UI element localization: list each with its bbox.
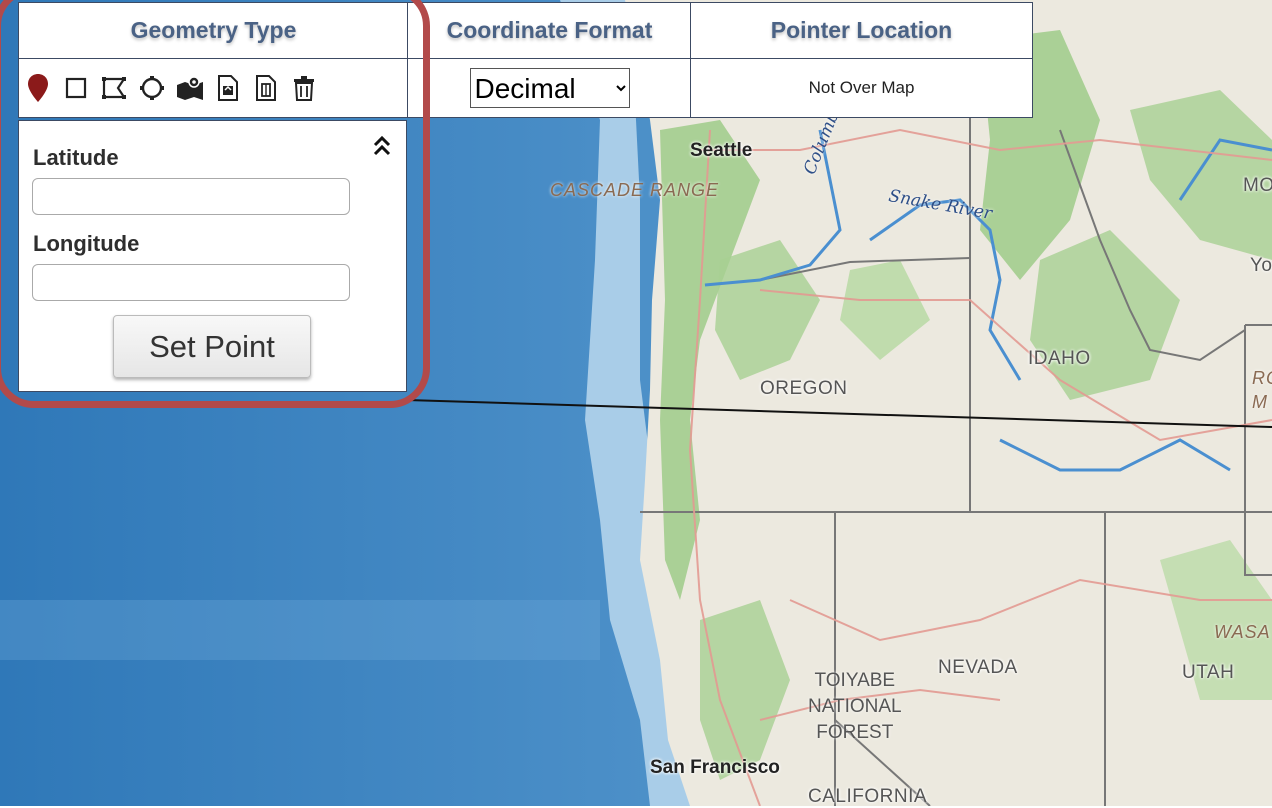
pointer-location-header: Pointer Location xyxy=(691,3,1032,59)
map-label-wasa: WASA xyxy=(1214,622,1271,642)
geometry-type-column: Geometry Type xyxy=(19,3,408,117)
set-point-button[interactable]: Set Point xyxy=(113,315,311,378)
point-entry-panel: Latitude Longitude Set Point xyxy=(18,120,407,392)
geometry-type-header: Geometry Type xyxy=(19,3,408,59)
pointer-location-column: Pointer Location Not Over Map xyxy=(691,3,1032,117)
map-label-seattle: Seattle xyxy=(690,140,753,161)
coordinate-format-select[interactable]: Decimal xyxy=(469,68,630,108)
forest-line-1: TOIYABE xyxy=(814,670,896,691)
latitude-label: Latitude xyxy=(33,145,119,170)
export-file-icon[interactable] xyxy=(251,74,280,103)
forest-line-3: FOREST xyxy=(816,722,894,743)
map-label-m: M xyxy=(1252,392,1268,412)
map-label-cascade-range: CASCADE RANGE xyxy=(550,180,720,200)
coordinate-format-column: Coordinate Format Decimal xyxy=(408,3,691,117)
map-label-yo: Yo xyxy=(1250,255,1272,276)
map-label-oregon: OREGON xyxy=(760,378,848,399)
map-label-san-francisco: San Francisco xyxy=(650,757,780,778)
map-label-nevada: NEVADA xyxy=(938,657,1018,678)
point-marker-icon[interactable] xyxy=(23,74,52,103)
geometry-tools xyxy=(19,59,408,117)
map-label-california: CALIFORNIA xyxy=(808,786,928,807)
rectangle-icon[interactable] xyxy=(61,74,90,103)
map-label-ro: RO xyxy=(1252,368,1272,388)
circle-icon[interactable] xyxy=(137,74,166,103)
map-label-idaho: IDAHO xyxy=(1028,348,1091,369)
draw-toolbar: Geometry Type Coordinate Format Decimal … xyxy=(18,2,1033,118)
collapse-chevron-icon[interactable] xyxy=(371,135,393,157)
map-label-utah: UTAH xyxy=(1182,662,1235,683)
trash-icon[interactable] xyxy=(289,74,318,103)
longitude-label: Longitude xyxy=(33,231,140,256)
map-area-icon[interactable] xyxy=(175,74,204,103)
map-label-toiyabe-forest: TOIYABE NATIONAL FOREST xyxy=(808,668,902,746)
pointer-location-value: Not Over Map xyxy=(808,78,915,97)
polygon-icon[interactable] xyxy=(99,74,128,103)
longitude-input[interactable] xyxy=(32,264,350,301)
pointer-location-body: Not Over Map xyxy=(691,59,1032,117)
coordinate-format-body: Decimal xyxy=(408,59,691,117)
coordinate-format-header: Coordinate Format xyxy=(408,3,691,59)
forest-line-2: NATIONAL xyxy=(808,696,902,717)
import-file-icon[interactable] xyxy=(213,74,242,103)
latitude-input[interactable] xyxy=(32,178,350,215)
map-label-mo: MO xyxy=(1243,175,1272,196)
